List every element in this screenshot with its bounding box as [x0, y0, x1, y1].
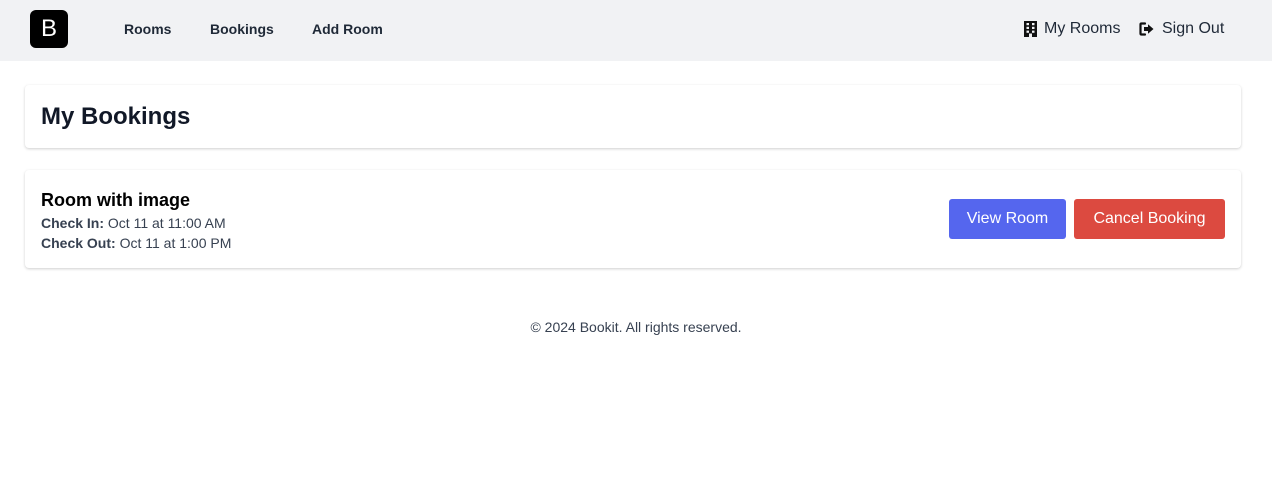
view-room-button[interactable]: View Room: [949, 199, 1066, 239]
page-title: My Bookings: [41, 103, 191, 130]
nav-link-add-room[interactable]: Add Room: [312, 20, 383, 38]
check-out-value: Oct 11 at 1:00 PM: [119, 235, 232, 251]
sign-out-icon: [1139, 22, 1154, 36]
booking-room-name: Room with image: [41, 190, 191, 210]
sign-out-link[interactable]: Sign Out: [1139, 19, 1224, 39]
logo-letter: B: [40, 15, 57, 42]
check-out-line: Check Out: Oct 11 at 1:00 PM: [41, 234, 231, 252]
check-in-label: Check In:: [41, 215, 105, 231]
my-rooms-label: My Rooms: [1044, 20, 1121, 37]
booking-card: Room with image Check In: Oct 11 at 11:0…: [25, 170, 1241, 268]
cancel-booking-button[interactable]: Cancel Booking: [1074, 199, 1225, 239]
check-in-line: Check In: Oct 11 at 11:00 AM: [41, 214, 226, 232]
nav-link-bookings[interactable]: Bookings: [210, 20, 274, 38]
top-navbar: B Rooms Bookings Add Room My Rooms Sign …: [0, 0, 1272, 61]
check-in-value: Oct 11 at 11:00 AM: [107, 215, 226, 231]
building-icon: [1024, 21, 1037, 37]
sign-out-label: Sign Out: [1162, 20, 1225, 37]
footer-copyright: © 2024 Bookit. All rights reserved.: [530, 319, 742, 335]
page-title-card: My Bookings: [25, 85, 1241, 148]
nav-link-rooms[interactable]: Rooms: [124, 20, 171, 38]
check-out-label: Check Out:: [41, 235, 116, 251]
bookit-logo[interactable]: B: [30, 10, 68, 48]
my-rooms-link[interactable]: My Rooms: [1024, 19, 1120, 39]
